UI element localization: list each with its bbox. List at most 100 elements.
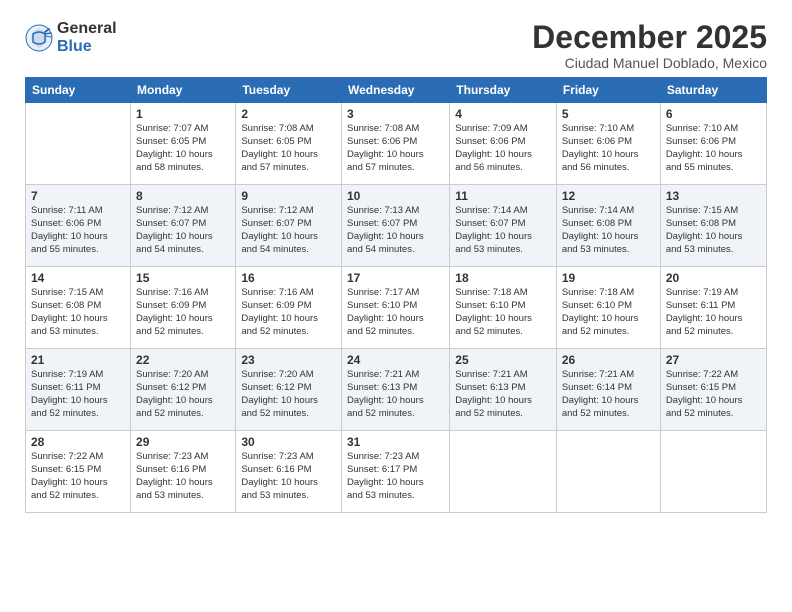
day-info: Sunrise: 7:21 AMSunset: 6:14 PMDaylight:… [562, 369, 655, 420]
day-info: Sunrise: 7:21 AMSunset: 6:13 PMDaylight:… [347, 369, 444, 420]
calendar-week-1: 1 Sunrise: 7:07 AMSunset: 6:05 PMDaylight… [26, 103, 767, 185]
calendar-table: Sunday Monday Tuesday Wednesday Thursday… [25, 77, 767, 513]
calendar-cell: 28 Sunrise: 7:22 AMSunset: 6:15 PMDayligh… [26, 431, 131, 513]
calendar-cell: 11 Sunrise: 7:14 AMSunset: 6:07 PMDayligh… [450, 185, 557, 267]
location-subtitle: Ciudad Manuel Doblado, Mexico [532, 55, 767, 71]
day-info: Sunrise: 7:14 AMSunset: 6:08 PMDaylight:… [562, 205, 655, 256]
day-info: Sunrise: 7:10 AMSunset: 6:06 PMDaylight:… [562, 123, 655, 174]
calendar-cell [660, 431, 766, 513]
calendar-cell: 23 Sunrise: 7:20 AMSunset: 6:12 PMDayligh… [236, 349, 342, 431]
day-info: Sunrise: 7:17 AMSunset: 6:10 PMDaylight:… [347, 287, 444, 338]
day-info: Sunrise: 7:11 AMSunset: 6:06 PMDaylight:… [31, 205, 125, 256]
calendar-week-4: 21Sunrise: 7:19 AMSunset: 6:11 PMDayligh… [26, 349, 767, 431]
calendar-cell: 25 Sunrise: 7:21 AMSunset: 6:13 PMDayligh… [450, 349, 557, 431]
day-number: 23 [241, 353, 336, 367]
day-info: Sunrise: 7:19 AMSunset: 6:11 PMDaylight:… [666, 287, 761, 338]
calendar-cell: 29 Sunrise: 7:23 AMSunset: 6:16 PMDayligh… [131, 431, 236, 513]
day-info: Sunrise: 7:10 AMSunset: 6:06 PMDaylight:… [666, 123, 761, 174]
day-number: 7 [31, 189, 125, 203]
day-number: 24 [347, 353, 444, 367]
day-number: 31 [347, 435, 444, 449]
day-number: 5 [562, 107, 655, 121]
calendar-cell [450, 431, 557, 513]
calendar-cell: 7 Sunrise: 7:11 AMSunset: 6:06 PMDaylight… [26, 185, 131, 267]
day-number: 12 [562, 189, 655, 203]
logo: General Blue [25, 20, 117, 55]
calendar-cell: 21Sunrise: 7:19 AMSunset: 6:11 PMDayligh… [26, 349, 131, 431]
calendar-cell: 19 Sunrise: 7:18 AMSunset: 6:10 PMDayligh… [556, 267, 660, 349]
day-number: 3 [347, 107, 444, 121]
day-number: 29 [136, 435, 230, 449]
day-number: 1 [136, 107, 230, 121]
day-info: Sunrise: 7:18 AMSunset: 6:10 PMDaylight:… [562, 287, 655, 338]
day-info: Sunrise: 7:23 AMSunset: 6:17 PMDaylight:… [347, 451, 444, 502]
calendar-week-5: 28 Sunrise: 7:22 AMSunset: 6:15 PMDayligh… [26, 431, 767, 513]
day-number: 28 [31, 435, 125, 449]
day-info: Sunrise: 7:13 AMSunset: 6:07 PMDaylight:… [347, 205, 444, 256]
calendar-cell: 26Sunrise: 7:21 AMSunset: 6:14 PMDayligh… [556, 349, 660, 431]
day-info: Sunrise: 7:22 AMSunset: 6:15 PMDaylight:… [666, 369, 761, 420]
day-number: 20 [666, 271, 761, 285]
day-number: 25 [455, 353, 551, 367]
calendar-cell: 22 Sunrise: 7:20 AMSunset: 6:12 PMDayligh… [131, 349, 236, 431]
calendar-cell: 27Sunrise: 7:22 AMSunset: 6:15 PMDayligh… [660, 349, 766, 431]
day-info: Sunrise: 7:20 AMSunset: 6:12 PMDaylight:… [136, 369, 230, 420]
calendar-cell: 30 Sunrise: 7:23 AMSunset: 6:16 PMDayligh… [236, 431, 342, 513]
day-info: Sunrise: 7:14 AMSunset: 6:07 PMDaylight:… [455, 205, 551, 256]
day-info: Sunrise: 7:16 AMSunset: 6:09 PMDaylight:… [241, 287, 336, 338]
calendar-cell: 3 Sunrise: 7:08 AMSunset: 6:06 PMDaylight… [342, 103, 450, 185]
calendar-cell: 31 Sunrise: 7:23 AMSunset: 6:17 PMDayligh… [342, 431, 450, 513]
day-info: Sunrise: 7:23 AMSunset: 6:16 PMDaylight:… [241, 451, 336, 502]
day-info: Sunrise: 7:08 AMSunset: 6:05 PMDaylight:… [241, 123, 336, 174]
calendar-cell: 8 Sunrise: 7:12 AMSunset: 6:07 PMDaylight… [131, 185, 236, 267]
day-number: 9 [241, 189, 336, 203]
header: General Blue December 2025 Ciudad Manuel… [25, 20, 767, 71]
calendar-cell: 16Sunrise: 7:16 AMSunset: 6:09 PMDayligh… [236, 267, 342, 349]
col-monday: Monday [131, 78, 236, 103]
day-number: 4 [455, 107, 551, 121]
calendar-cell: 9 Sunrise: 7:12 AMSunset: 6:07 PMDaylight… [236, 185, 342, 267]
day-info: Sunrise: 7:12 AMSunset: 6:07 PMDaylight:… [241, 205, 336, 256]
col-friday: Friday [556, 78, 660, 103]
calendar-cell: 12 Sunrise: 7:14 AMSunset: 6:08 PMDayligh… [556, 185, 660, 267]
day-number: 30 [241, 435, 336, 449]
logo-general-label: General [57, 20, 117, 38]
day-info: Sunrise: 7:08 AMSunset: 6:06 PMDaylight:… [347, 123, 444, 174]
calendar-cell: 17 Sunrise: 7:17 AMSunset: 6:10 PMDayligh… [342, 267, 450, 349]
day-number: 11 [455, 189, 551, 203]
calendar-cell: 18Sunrise: 7:18 AMSunset: 6:10 PMDayligh… [450, 267, 557, 349]
col-sunday: Sunday [26, 78, 131, 103]
calendar-week-3: 14Sunrise: 7:15 AMSunset: 6:08 PMDayligh… [26, 267, 767, 349]
calendar-cell: 5 Sunrise: 7:10 AMSunset: 6:06 PMDaylight… [556, 103, 660, 185]
calendar-cell [556, 431, 660, 513]
calendar-week-2: 7 Sunrise: 7:11 AMSunset: 6:06 PMDaylight… [26, 185, 767, 267]
day-info: Sunrise: 7:22 AMSunset: 6:15 PMDaylight:… [31, 451, 125, 502]
logo-icon [25, 24, 53, 52]
col-saturday: Saturday [660, 78, 766, 103]
calendar-cell: 6 Sunrise: 7:10 AMSunset: 6:06 PMDaylight… [660, 103, 766, 185]
day-number: 13 [666, 189, 761, 203]
month-title: December 2025 [532, 20, 767, 55]
day-info: Sunrise: 7:23 AMSunset: 6:16 PMDaylight:… [136, 451, 230, 502]
calendar-cell: 15Sunrise: 7:16 AMSunset: 6:09 PMDayligh… [131, 267, 236, 349]
day-number: 19 [562, 271, 655, 285]
col-thursday: Thursday [450, 78, 557, 103]
logo-blue-label: Blue [57, 38, 117, 56]
day-number: 17 [347, 271, 444, 285]
calendar-cell: 1 Sunrise: 7:07 AMSunset: 6:05 PMDaylight… [131, 103, 236, 185]
day-info: Sunrise: 7:12 AMSunset: 6:07 PMDaylight:… [136, 205, 230, 256]
day-info: Sunrise: 7:07 AMSunset: 6:05 PMDaylight:… [136, 123, 230, 174]
header-row: Sunday Monday Tuesday Wednesday Thursday… [26, 78, 767, 103]
day-number: 22 [136, 353, 230, 367]
calendar-cell: 13 Sunrise: 7:15 AMSunset: 6:08 PMDayligh… [660, 185, 766, 267]
day-info: Sunrise: 7:20 AMSunset: 6:12 PMDaylight:… [241, 369, 336, 420]
day-number: 21 [31, 353, 125, 367]
calendar-cell: 24 Sunrise: 7:21 AMSunset: 6:13 PMDayligh… [342, 349, 450, 431]
day-number: 8 [136, 189, 230, 203]
day-number: 6 [666, 107, 761, 121]
day-number: 15 [136, 271, 230, 285]
day-info: Sunrise: 7:15 AMSunset: 6:08 PMDaylight:… [666, 205, 761, 256]
day-number: 10 [347, 189, 444, 203]
day-info: Sunrise: 7:21 AMSunset: 6:13 PMDaylight:… [455, 369, 551, 420]
calendar-cell: 20 Sunrise: 7:19 AMSunset: 6:11 PMDayligh… [660, 267, 766, 349]
